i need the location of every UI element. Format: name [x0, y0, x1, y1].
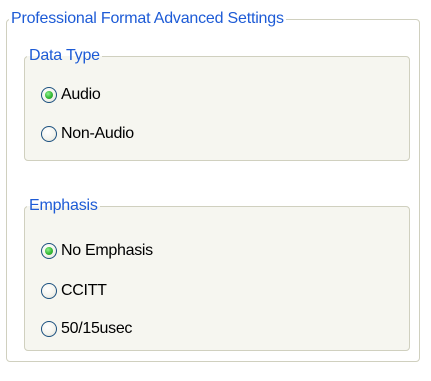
emphasis-legend: Emphasis — [29, 197, 98, 214]
radio-no-emphasis[interactable]: No Emphasis — [41, 240, 153, 262]
radio-button-icon[interactable] — [41, 87, 57, 103]
radio-button-icon[interactable] — [41, 321, 57, 337]
radio-non-audio[interactable]: Non-Audio — [41, 123, 134, 145]
radio-non-audio-label[interactable]: Non-Audio — [61, 124, 134, 144]
radio-selected-dot-icon — [45, 91, 53, 99]
radio-audio-label[interactable]: Audio — [61, 85, 101, 105]
data-type-legend: Data Type — [29, 47, 100, 64]
radio-button-icon[interactable] — [41, 243, 57, 259]
radio-ccitt[interactable]: CCITT — [41, 280, 107, 302]
radio-audio[interactable]: Audio — [41, 84, 101, 106]
radio-50-15usec[interactable]: 50/15usec — [41, 318, 132, 340]
radio-50-15usec-label[interactable]: 50/15usec — [61, 319, 132, 339]
radio-ccitt-label[interactable]: CCITT — [61, 281, 107, 301]
radio-selected-dot-icon — [45, 247, 53, 255]
settings-panel: Professional Format Advanced Settings Da… — [0, 0, 431, 381]
radio-button-icon[interactable] — [41, 283, 57, 299]
professional-format-advanced-settings-legend: Professional Format Advanced Settings — [11, 10, 284, 27]
radio-no-emphasis-label[interactable]: No Emphasis — [61, 241, 153, 261]
radio-button-icon[interactable] — [41, 126, 57, 142]
